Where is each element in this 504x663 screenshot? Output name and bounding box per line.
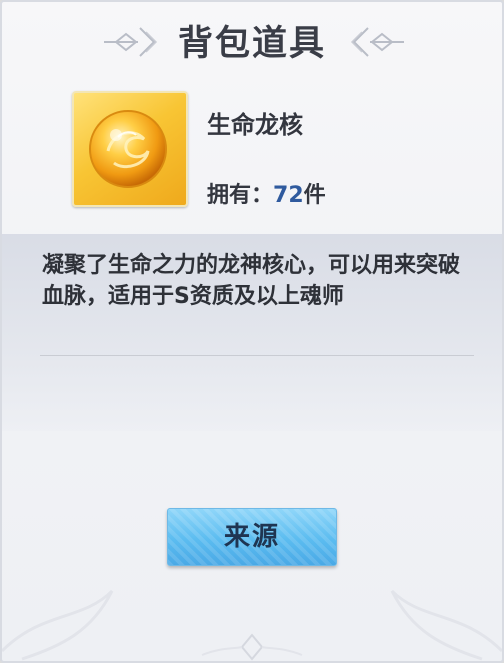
item-description: 凝聚了生命之力的龙神核心，可以用来突破血脉，适用于S资质及以上魂师 [42, 253, 461, 309]
item-own-count: 拥有：72件 [207, 177, 326, 209]
bottom-floral-ornament-icon [2, 589, 502, 661]
own-label: 拥有： [207, 183, 274, 208]
own-count-value: 72 [273, 183, 304, 208]
own-count-unit: 件 [303, 183, 326, 208]
item-icon-frame [72, 91, 188, 207]
item-detail-dialog: 背包道具 生命龙核 拥有：72件 凝聚了生命之力的龙神核心，可以用来突破血脉，适… [0, 0, 504, 663]
golden-dragon-orb-icon [89, 110, 167, 188]
item-name: 生命龙核 [207, 111, 303, 139]
title-ornament-right-icon [350, 27, 404, 57]
dialog-title: 背包道具 [177, 24, 326, 64]
divider [40, 355, 474, 356]
